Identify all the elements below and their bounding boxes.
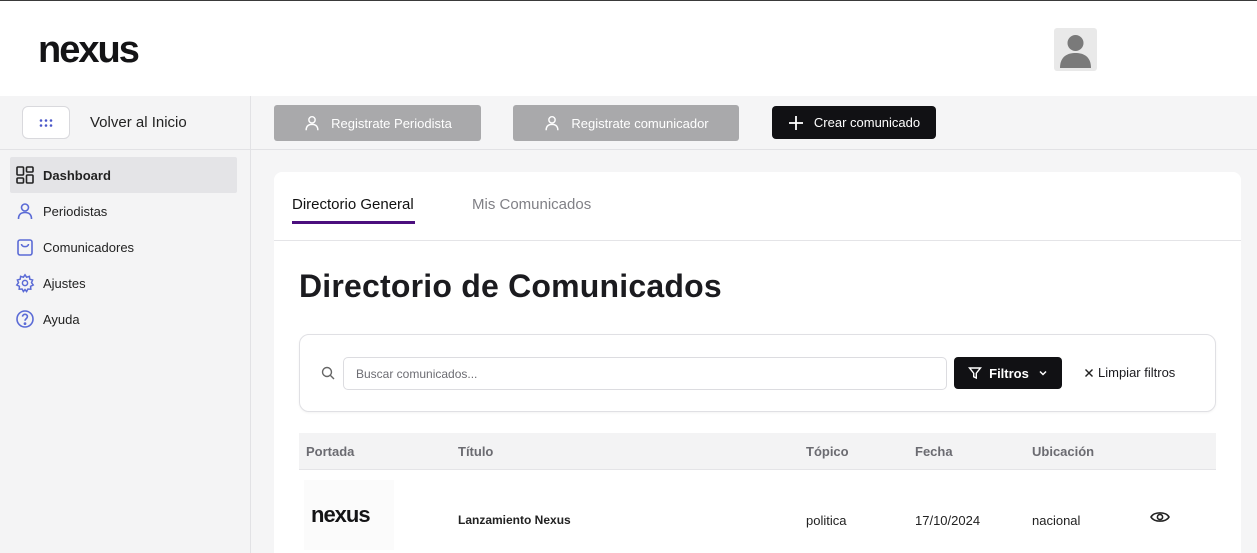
column-header-portada[interactable]: Portada (306, 444, 354, 459)
button-label: Filtros (989, 365, 1029, 381)
sidebar-item-dashboard[interactable]: Dashboard (10, 157, 237, 193)
apps-grid-button[interactable] (22, 106, 70, 139)
top-toolbar: Registrate Periodista Registrate comunic… (251, 96, 1257, 150)
sidebar-item-label: Comunicadores (43, 239, 135, 255)
user-silhouette-icon (1060, 35, 1091, 68)
tab-bar: Directorio General Mis Comunicados (274, 172, 1241, 241)
svg-text:nexus: nexus (311, 504, 370, 526)
sidebar-item-label: Dashboard (43, 167, 111, 183)
tab-directorio-general[interactable]: Directorio General (292, 196, 414, 213)
sidebar-item-ajustes[interactable]: Ajustes (10, 265, 237, 301)
user-icon (17, 203, 33, 220)
column-header-topico[interactable]: Tópico (806, 444, 849, 459)
cell-topic: politica (806, 513, 847, 528)
column-header-titulo[interactable]: Título (458, 444, 493, 459)
column-header-fecha[interactable]: Fecha (915, 444, 953, 459)
button-label: Crear comunicado (813, 115, 921, 130)
page-title: Directorio de Comunicados (299, 268, 722, 304)
eye-icon[interactable] (1150, 510, 1170, 524)
clear-filters-button[interactable]: Limpiar filtros (1084, 365, 1175, 380)
button-label: Registrate comunicador (571, 115, 709, 131)
search-input[interactable] (343, 357, 947, 390)
cell-title: Lanzamiento Nexus (458, 513, 571, 527)
search-panel: Filtros Limpiar filtros (299, 334, 1216, 412)
main-card: Directorio General Mis Comunicados Direc… (274, 172, 1241, 553)
sidebar-item-ayuda[interactable]: Ayuda (10, 301, 237, 337)
sidebar: Volver al Inicio Dashboard Periodistas C… (0, 96, 251, 553)
filters-button[interactable]: Filtros (954, 357, 1062, 389)
app-header: nexus (0, 1, 1257, 96)
close-icon (1085, 368, 1093, 377)
sidebar-item-label: Ajustes (43, 275, 86, 291)
avatar[interactable] (1054, 28, 1097, 71)
sidebar-nav: Dashboard Periodistas Comunicadores Ajus… (10, 157, 237, 337)
button-label: Limpiar filtros (1098, 365, 1176, 380)
filter-icon (968, 367, 983, 380)
cell-location: nacional (1032, 513, 1081, 528)
back-to-home-link[interactable]: Volver al Inicio (90, 114, 187, 131)
tab-mis-comunicados[interactable]: Mis Comunicados (472, 196, 591, 213)
column-header-ubicacion[interactable]: Ubicación (1032, 444, 1094, 459)
cell-date: 17/10/2024 (915, 513, 981, 528)
cover-thumbnail: nexus (304, 480, 394, 550)
nexus-logo[interactable]: nexus (38, 31, 174, 67)
button-label: Registrate Periodista (331, 115, 452, 131)
register-journalist-button[interactable]: Registrate Periodista (274, 105, 481, 141)
plus-icon (788, 115, 803, 130)
nexus-logo: nexus (311, 504, 371, 526)
help-circle-icon (16, 310, 34, 328)
sidebar-item-label: Periodistas (43, 203, 108, 219)
sidebar-item-comunicadores[interactable]: Comunicadores (10, 229, 237, 265)
search-icon (321, 366, 335, 380)
register-communicator-button[interactable]: Registrate comunicador (513, 105, 739, 141)
sidebar-divider (0, 149, 251, 150)
user-icon (545, 115, 559, 131)
grid-dots-icon (39, 118, 53, 127)
user-icon (305, 115, 319, 131)
gear-icon (15, 273, 35, 293)
sidebar-item-periodistas[interactable]: Periodistas (10, 193, 237, 229)
svg-text:nexus: nexus (38, 31, 139, 67)
shopping-bag-icon (17, 239, 33, 256)
sidebar-item-label: Ayuda (43, 311, 80, 327)
chevron-down-icon (1039, 370, 1047, 376)
table-row[interactable]: nexus Lanzamiento Nexus politica 17/10/2… (299, 470, 1216, 553)
active-tab-indicator (292, 221, 415, 224)
table-header: Portada Título Tópico Fecha Ubicación (299, 433, 1216, 470)
create-release-button[interactable]: Crear comunicado (772, 106, 936, 139)
dashboard-icon (16, 166, 34, 184)
